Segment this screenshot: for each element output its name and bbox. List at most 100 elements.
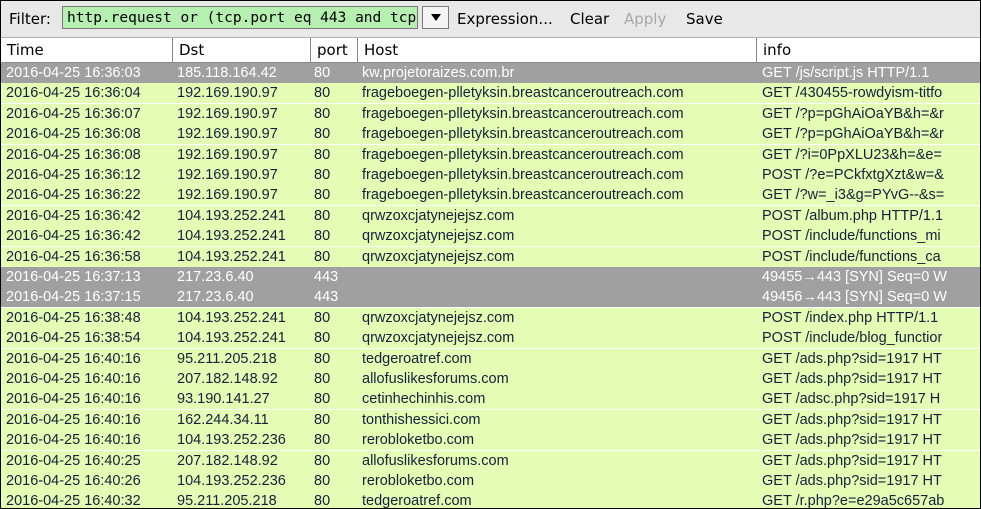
cell-info: GET /ads.php?sid=1917 HT bbox=[762, 351, 942, 367]
cell-host: kw.projetoraizes.com.br bbox=[362, 65, 515, 81]
cell-time: 2016-04-25 16:37:15 bbox=[6, 289, 141, 305]
table-row[interactable]: 2016-04-25 16:40:16 207.182.148.92 80 allof… bbox=[1, 369, 980, 389]
cell-info: GET /?p=pGhAiOaYB&h=&r bbox=[762, 106, 944, 122]
cell-time: 2016-04-25 16:38:54 bbox=[6, 330, 141, 346]
cell-dst: 162.244.34.11 bbox=[177, 412, 269, 428]
cell-port: 80 bbox=[314, 351, 331, 367]
table-row[interactable]: 2016-04-25 16:40:25 207.182.148.92 80 allof… bbox=[1, 451, 980, 471]
clear-button[interactable]: Clear bbox=[570, 10, 609, 28]
table-row[interactable]: 2016-04-25 16:40:16 95.211.205.218 80 tedge… bbox=[1, 349, 980, 369]
cell-time: 2016-04-25 16:40:25 bbox=[6, 453, 141, 469]
cell-port: 80 bbox=[314, 391, 331, 407]
cell-info: GET /ads.php?sid=1917 HT bbox=[762, 432, 942, 448]
cell-host: frageboegen-plletyksin.breastcanceroutre… bbox=[362, 147, 684, 163]
cell-host: qrwzoxcjatynejejsz.com bbox=[362, 208, 515, 224]
table-row[interactable]: 2016-04-25 16:40:16 104.193.252.236 80 rero… bbox=[1, 430, 980, 450]
cell-host: frageboegen-plletyksin.breastcanceroutre… bbox=[362, 106, 684, 122]
table-row[interactable]: 2016-04-25 16:36:08 192.169.190.97 80 frage… bbox=[1, 145, 980, 165]
cell-port: 80 bbox=[314, 187, 331, 203]
cell-host: qrwzoxcjatynejejsz.com bbox=[362, 228, 515, 244]
table-row[interactable]: 2016-04-25 16:37:13 217.23.6.40 443 49455→4… bbox=[1, 267, 980, 287]
table-row[interactable]: 2016-04-25 16:36:22 192.169.190.97 80 frage… bbox=[1, 185, 980, 205]
cell-port: 80 bbox=[314, 249, 331, 265]
column-header-time[interactable]: Time bbox=[1, 38, 173, 62]
packet-list: 2016-04-25 16:36:03 185.118.164.42 80 kw.pr… bbox=[1, 63, 980, 509]
table-row[interactable]: 2016-04-25 16:40:26 104.193.252.236 80 rero… bbox=[1, 471, 980, 491]
column-header-host[interactable]: Host bbox=[358, 38, 757, 62]
cell-port: 80 bbox=[314, 432, 331, 448]
cell-dst: 104.193.252.236 bbox=[177, 473, 286, 489]
cell-time: 2016-04-25 16:36:08 bbox=[6, 126, 141, 142]
cell-time: 2016-04-25 16:36:42 bbox=[6, 208, 141, 224]
table-row[interactable]: 2016-04-25 16:40:16 162.244.34.11 80 tonthi… bbox=[1, 410, 980, 430]
cell-time: 2016-04-25 16:40:16 bbox=[6, 432, 141, 448]
cell-info: POST /index.php HTTP/1.1 bbox=[762, 310, 939, 326]
table-row[interactable]: 2016-04-25 16:36:03 185.118.164.42 80 kw.pr… bbox=[1, 63, 980, 83]
cell-port: 80 bbox=[314, 330, 331, 346]
table-row[interactable]: 2016-04-25 16:36:12 192.169.190.97 80 frage… bbox=[1, 165, 980, 185]
filter-toolbar: Filter: http.request or (tcp.port eq 443… bbox=[1, 1, 980, 38]
table-row[interactable]: 2016-04-25 16:36:07 192.169.190.97 80 frage… bbox=[1, 104, 980, 124]
cell-info: POST /?e=PCkfxtgXzt&w=& bbox=[762, 167, 944, 183]
table-row[interactable]: 2016-04-25 16:36:42 104.193.252.241 80 qrwz… bbox=[1, 226, 980, 246]
cell-info: POST /include/functions_ca bbox=[762, 249, 941, 265]
cell-time: 2016-04-25 16:36:12 bbox=[6, 167, 141, 183]
cell-info: GET /js/script.js HTTP/1.1 bbox=[762, 65, 930, 81]
cell-port: 443 bbox=[314, 269, 339, 285]
table-row[interactable]: 2016-04-25 16:37:15 217.23.6.40 443 49456→4… bbox=[1, 287, 980, 307]
cell-port: 80 bbox=[314, 310, 331, 326]
cell-dst: 104.193.252.236 bbox=[177, 432, 286, 448]
cell-dst: 217.23.6.40 bbox=[177, 269, 254, 285]
cell-time: 2016-04-25 16:36:08 bbox=[6, 147, 141, 163]
cell-port: 80 bbox=[314, 85, 331, 101]
cell-host: cetinhechinhis.com bbox=[362, 391, 486, 407]
cell-info: GET /ads.php?sid=1917 HT bbox=[762, 412, 942, 428]
cell-dst: 104.193.252.241 bbox=[177, 228, 286, 244]
table-row[interactable]: 2016-04-25 16:40:32 95.211.205.218 80 tedge… bbox=[1, 491, 980, 509]
cell-info: 49455→443 [SYN] Seq=0 W bbox=[762, 269, 947, 285]
table-row[interactable]: 2016-04-25 16:38:54 104.193.252.241 80 qrwz… bbox=[1, 328, 980, 348]
cell-port: 80 bbox=[314, 126, 331, 142]
table-row[interactable]: 2016-04-25 16:36:42 104.193.252.241 80 qrwz… bbox=[1, 206, 980, 226]
cell-time: 2016-04-25 16:40:16 bbox=[6, 351, 141, 367]
cell-dst: 104.193.252.241 bbox=[177, 249, 286, 265]
cell-dst: 95.211.205.218 bbox=[177, 493, 277, 509]
cell-info: GET /ads.php?sid=1917 HT bbox=[762, 371, 942, 387]
cell-info: GET /adsc.php?sid=1917 H bbox=[762, 391, 941, 407]
cell-host: frageboegen-plletyksin.breastcanceroutre… bbox=[362, 167, 684, 183]
cell-time: 2016-04-25 16:36:04 bbox=[6, 85, 141, 101]
cell-port: 80 bbox=[314, 208, 331, 224]
cell-host: qrwzoxcjatynejejsz.com bbox=[362, 330, 515, 346]
table-row[interactable]: 2016-04-25 16:38:48 104.193.252.241 80 qrwz… bbox=[1, 308, 980, 328]
cell-time: 2016-04-25 16:38:48 bbox=[6, 310, 141, 326]
column-header-port[interactable]: port bbox=[311, 38, 358, 62]
column-header-dst[interactable]: Dst bbox=[173, 38, 311, 62]
column-header-info[interactable]: info bbox=[757, 38, 980, 62]
cell-host: tedgeroatref.com bbox=[362, 493, 472, 509]
cell-dst: 104.193.252.241 bbox=[177, 208, 286, 224]
cell-info: POST /include/blog_functior bbox=[762, 330, 943, 346]
cell-time: 2016-04-25 16:40:32 bbox=[6, 493, 141, 509]
cell-dst: 95.211.205.218 bbox=[177, 351, 277, 367]
table-row[interactable]: 2016-04-25 16:36:04 192.169.190.97 80 frage… bbox=[1, 83, 980, 103]
cell-host: tonthishessici.com bbox=[362, 412, 481, 428]
table-row[interactable]: 2016-04-25 16:40:16 93.190.141.27 80 cetinh… bbox=[1, 389, 980, 409]
cell-port: 80 bbox=[314, 228, 331, 244]
cell-port: 80 bbox=[314, 167, 331, 183]
save-button[interactable]: Save bbox=[686, 10, 723, 28]
cell-time: 2016-04-25 16:40:16 bbox=[6, 391, 141, 407]
table-row[interactable]: 2016-04-25 16:36:08 192.169.190.97 80 frage… bbox=[1, 124, 980, 144]
cell-port: 80 bbox=[314, 493, 331, 509]
cell-host bbox=[362, 287, 756, 307]
cell-host: qrwzoxcjatynejejsz.com bbox=[362, 249, 515, 265]
cell-host: rerobloketbo.com bbox=[362, 473, 475, 489]
table-row[interactable]: 2016-04-25 16:36:58 104.193.252.241 80 qrwz… bbox=[1, 247, 980, 267]
cell-dst: 185.118.164.42 bbox=[177, 65, 277, 81]
cell-host: frageboegen-plletyksin.breastcanceroutre… bbox=[362, 126, 684, 142]
filter-history-dropdown[interactable] bbox=[422, 6, 449, 29]
filter-input[interactable]: http.request or (tcp.port eq 443 and tcp… bbox=[62, 6, 418, 29]
expression-button[interactable]: Expression... bbox=[457, 10, 553, 28]
cell-host: allofuslikesforums.com bbox=[362, 453, 509, 469]
cell-info: POST /include/functions_mi bbox=[762, 228, 941, 244]
apply-button[interactable]: Apply bbox=[624, 10, 666, 28]
